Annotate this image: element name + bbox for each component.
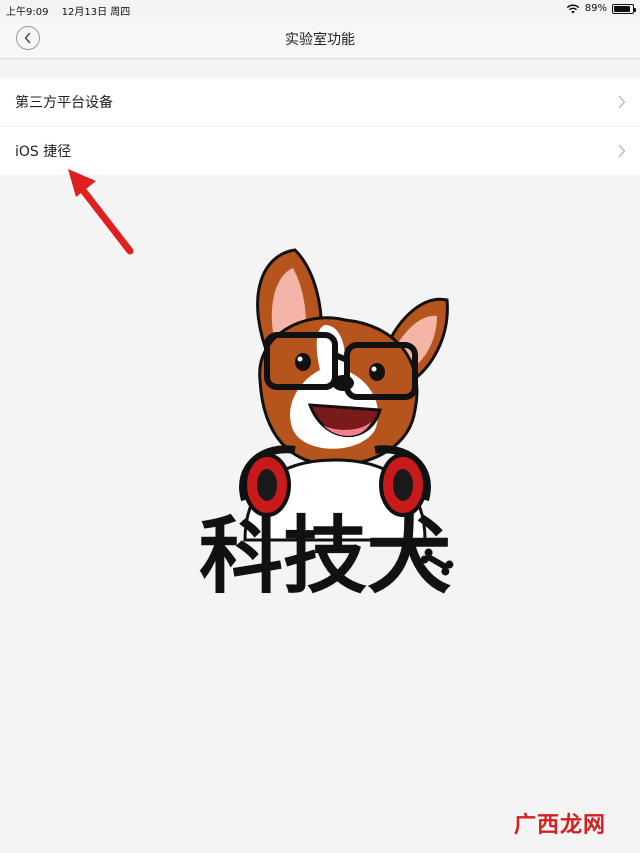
nav-bar: 实验室功能: [0, 18, 640, 59]
chevron-right-icon: [618, 95, 626, 109]
list-item-label: 第三方平台设备: [15, 95, 113, 111]
list-item-third-party-devices[interactable]: 第三方平台设备: [0, 78, 640, 126]
battery-fill: [614, 5, 630, 12]
page-title: 实验室功能: [285, 32, 355, 48]
settings-list: 第三方平台设备 iOS 捷径: [0, 78, 640, 175]
status-bar: 上午9:09 12月13日 周四 89%: [0, 0, 640, 18]
red-arrow-annotation: [68, 169, 134, 255]
status-right: 89%: [566, 3, 636, 14]
status-date: 12月13日 周四: [61, 7, 131, 18]
mascot-text: 科技犬: [199, 507, 451, 605]
battery-percent: 89%: [584, 3, 607, 14]
chevron-right-icon: [618, 144, 626, 158]
status-left: 上午9:09 12月13日 周四: [6, 3, 140, 18]
status-time: 上午9:09: [6, 7, 49, 18]
mascot-illustration: 科技犬: [199, 248, 454, 605]
wifi-icon: [566, 4, 579, 13]
battery-icon: [612, 3, 636, 14]
watermark-text: 广西龙网: [513, 813, 606, 838]
list-item-label: iOS 捷径: [15, 144, 72, 160]
